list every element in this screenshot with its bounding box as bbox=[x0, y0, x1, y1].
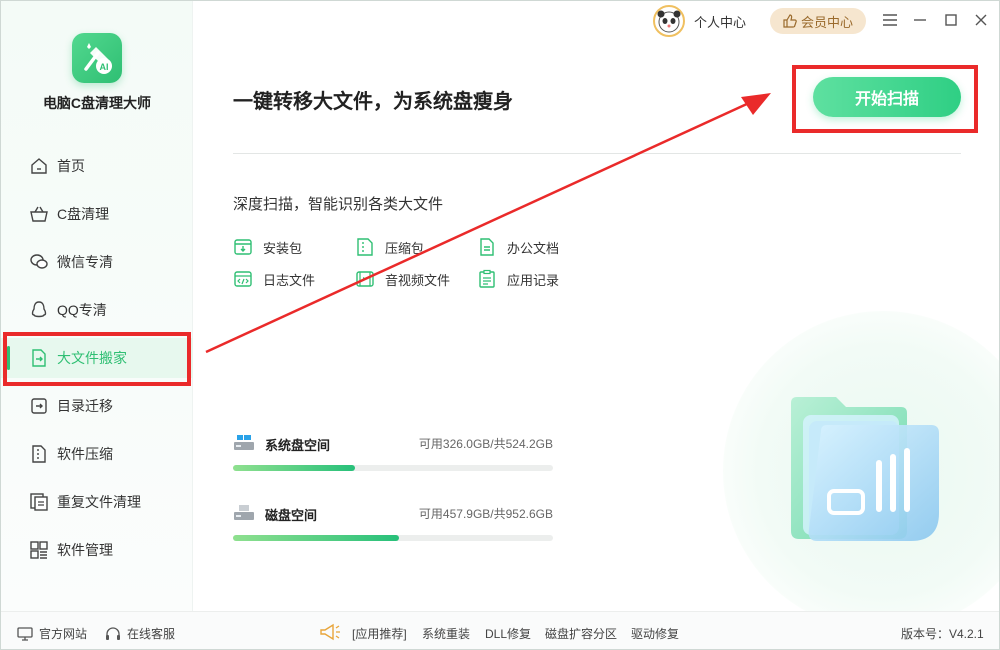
footer: 官方网站 在线客服 [应用推荐] 系统重装 DLL修复 磁盘扩容分区 驱动修复 … bbox=[1, 611, 999, 649]
disk-usage-bar bbox=[233, 465, 553, 471]
official-website-label: 官方网站 bbox=[39, 627, 88, 641]
disk-usage-fill bbox=[233, 535, 400, 541]
sidebar: AI 电脑C盘清理大师 首页 C盘清理 微信专清 QQ专清 大文件搬家 目录迁移… bbox=[1, 1, 193, 611]
sidebar-item-label: 微信专清 bbox=[57, 254, 113, 270]
scan-description: 深度扫描，智能识别各类大文件 bbox=[233, 196, 444, 213]
app-logo: AI bbox=[72, 33, 122, 83]
sidebar-item-label: QQ专清 bbox=[57, 302, 107, 318]
sidebar-item-duplicate-clean[interactable]: 重复文件清理 bbox=[1, 482, 193, 522]
file-type-log: 日志文件 bbox=[233, 269, 315, 289]
file-type-installer: 安装包 bbox=[233, 237, 302, 257]
duplicate-files-icon bbox=[29, 492, 49, 512]
disk-system: 系统盘空间 可用326.0GB/共524.2GB bbox=[233, 435, 553, 475]
divider bbox=[233, 153, 961, 154]
disk-usage-text: 可用326.0GB/共524.2GB bbox=[418, 437, 553, 451]
wechat-icon bbox=[29, 252, 49, 272]
disk-usage-fill bbox=[233, 465, 355, 471]
disk-name: 磁盘空间 bbox=[265, 508, 318, 523]
file-move-icon bbox=[29, 348, 49, 368]
file-type-media: 音视频文件 bbox=[355, 269, 450, 289]
monitor-icon bbox=[17, 626, 33, 642]
sidebar-item-label: 大文件搬家 bbox=[57, 350, 127, 366]
zip-icon bbox=[29, 444, 49, 464]
disk-usage-bar bbox=[233, 535, 553, 541]
online-support-link[interactable]: 在线客服 bbox=[105, 625, 175, 642]
footer-link[interactable]: 驱动修复 bbox=[631, 625, 679, 642]
qq-icon bbox=[29, 300, 49, 320]
sidebar-item-label: 首页 bbox=[57, 158, 85, 174]
clipboard-icon bbox=[477, 269, 497, 289]
menu-icon[interactable] bbox=[881, 11, 899, 29]
media-file-icon bbox=[355, 269, 375, 289]
sidebar-item-label: 软件压缩 bbox=[57, 446, 113, 462]
file-type-label: 应用记录 bbox=[507, 272, 560, 288]
footer-link[interactable]: DLL修复 bbox=[485, 625, 531, 642]
sidebar-item-qq[interactable]: QQ专清 bbox=[1, 290, 193, 330]
page-headline: 一键转移大文件，为系统盘瘦身 bbox=[233, 91, 513, 113]
sidebar-item-software-manage[interactable]: 软件管理 bbox=[1, 530, 193, 570]
file-type-app-record: 应用记录 bbox=[477, 269, 559, 289]
file-type-archive: 压缩包 bbox=[355, 237, 424, 257]
svg-text:AI: AI bbox=[100, 62, 109, 72]
app-window: AI 电脑C盘清理大师 首页 C盘清理 微信专清 QQ专清 大文件搬家 目录迁移… bbox=[0, 0, 1000, 650]
close-icon[interactable] bbox=[972, 11, 990, 29]
disk-usage-text: 可用457.9GB/共952.6GB bbox=[418, 507, 553, 521]
file-type-label: 压缩包 bbox=[385, 240, 425, 256]
directory-move-icon bbox=[29, 396, 49, 416]
maximize-icon[interactable] bbox=[942, 11, 960, 29]
file-type-document: 办公文档 bbox=[477, 237, 559, 257]
code-file-icon bbox=[233, 269, 253, 289]
thumbs-up-icon bbox=[783, 14, 797, 28]
vip-center-label: 会员中心 bbox=[800, 14, 853, 30]
minimize-icon[interactable] bbox=[911, 11, 929, 29]
panda-avatar-icon bbox=[657, 10, 681, 33]
sidebar-item-label: 重复文件清理 bbox=[57, 494, 141, 510]
sidebar-item-software-compress[interactable]: 软件压缩 bbox=[1, 434, 193, 474]
version-label: 版本号：V4.2.1 bbox=[901, 627, 984, 641]
start-scan-button[interactable]: 开始扫描 bbox=[813, 77, 961, 117]
sidebar-item-large-file-move[interactable]: 大文件搬家 bbox=[1, 338, 193, 378]
official-website-link[interactable]: 官方网站 bbox=[17, 625, 87, 642]
avatar[interactable] bbox=[653, 5, 685, 37]
file-type-label: 日志文件 bbox=[263, 272, 316, 288]
file-type-label: 办公文档 bbox=[507, 240, 560, 256]
sidebar-item-wechat[interactable]: 微信专清 bbox=[1, 242, 193, 282]
apps-grid-icon bbox=[29, 540, 49, 560]
document-icon bbox=[477, 237, 497, 257]
megaphone-icon bbox=[319, 623, 341, 641]
footer-link[interactable]: 系统重装 bbox=[422, 625, 470, 642]
disk-data: 磁盘空间 可用457.9GB/共952.6GB bbox=[233, 505, 553, 545]
footer-link[interactable]: 磁盘扩容分区 bbox=[545, 625, 617, 642]
headset-icon bbox=[105, 626, 121, 642]
app-recommend-label: [应用推荐] bbox=[352, 627, 407, 641]
app-title: 电脑C盘清理大师 bbox=[42, 95, 152, 111]
file-type-label: 安装包 bbox=[263, 240, 303, 256]
basket-icon bbox=[29, 204, 49, 224]
user-center-link[interactable]: 个人中心 bbox=[694, 12, 746, 31]
home-icon bbox=[29, 156, 49, 176]
package-icon bbox=[233, 237, 253, 257]
file-type-label: 音视频文件 bbox=[385, 272, 451, 288]
drive-icon bbox=[233, 503, 255, 523]
folder-illustration bbox=[781, 391, 951, 551]
disk-name: 系统盘空间 bbox=[265, 438, 331, 453]
online-support-label: 在线客服 bbox=[127, 627, 176, 641]
sidebar-item-home[interactable]: 首页 bbox=[1, 146, 193, 186]
archive-icon bbox=[355, 237, 375, 257]
vip-center-button[interactable]: 会员中心 bbox=[770, 8, 866, 34]
sidebar-item-c-clean[interactable]: C盘清理 bbox=[1, 194, 193, 234]
sidebar-item-label: C盘清理 bbox=[57, 206, 110, 222]
sidebar-item-label: 软件管理 bbox=[57, 542, 113, 558]
broom-ai-icon: AI bbox=[84, 43, 112, 74]
windows-drive-icon bbox=[233, 433, 255, 453]
sidebar-item-directory-move[interactable]: 目录迁移 bbox=[1, 386, 193, 426]
sidebar-item-label: 目录迁移 bbox=[57, 398, 113, 414]
